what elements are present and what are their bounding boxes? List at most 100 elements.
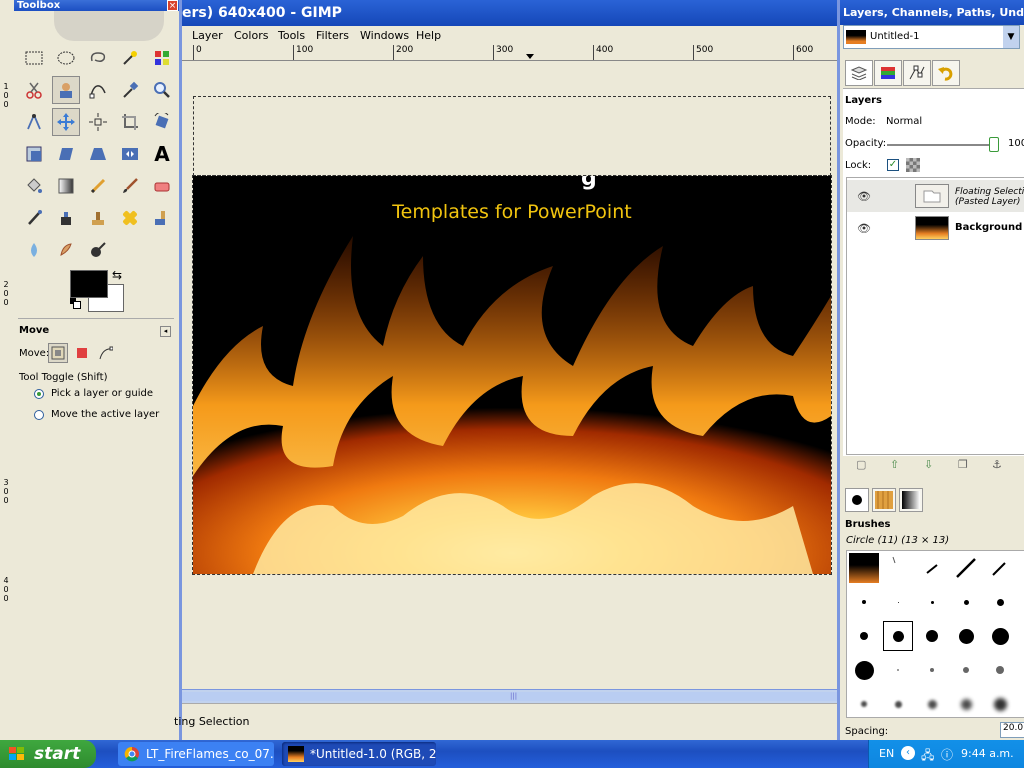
tab-brushes[interactable] (845, 488, 869, 512)
brush-cell[interactable] (949, 687, 983, 717)
pick-layer-radio[interactable] (34, 389, 44, 399)
layer-list[interactable]: 👁 Floating Selection (Pasted Layer) 👁 Ba… (846, 177, 1024, 455)
chevron-left-icon[interactable]: ‹ (901, 746, 915, 760)
scissors-icon[interactable] (20, 76, 48, 104)
eye-icon[interactable]: 👁 (857, 222, 871, 235)
lower-layer-icon[interactable]: ⇩ (924, 458, 933, 471)
opacity-slider[interactable] (887, 144, 997, 146)
brush-cell[interactable] (949, 653, 983, 687)
brush-cell[interactable] (847, 687, 881, 717)
chevron-down-icon[interactable]: ▼ (1003, 26, 1019, 48)
language-indicator[interactable]: EN (879, 747, 894, 760)
brush-cell[interactable] (983, 585, 1017, 619)
brush-cell[interactable] (983, 653, 1017, 687)
zoom-icon[interactable] (148, 76, 176, 104)
flip-icon[interactable] (116, 140, 144, 168)
paths-tool-icon[interactable] (84, 76, 112, 104)
network-icon[interactable]: 🖧 (921, 746, 935, 762)
brush-cell[interactable] (983, 551, 1017, 585)
tab-patterns[interactable] (872, 488, 896, 512)
brush-cell[interactable] (881, 687, 915, 717)
foreground-select-icon[interactable] (52, 76, 80, 104)
brush-cell[interactable] (881, 653, 915, 687)
shear-icon[interactable] (52, 140, 80, 168)
fuzzy-select-icon[interactable] (116, 44, 144, 72)
color-picker-icon[interactable] (116, 76, 144, 104)
brush-cell[interactable] (847, 653, 881, 687)
brush-cell[interactable] (915, 687, 949, 717)
brush-grid[interactable] (846, 550, 1024, 718)
tab-menu-icon[interactable]: ◂ (160, 326, 171, 337)
duplicate-layer-icon[interactable]: ❐ (958, 458, 968, 471)
align-icon[interactable] (84, 108, 112, 136)
tab-paths[interactable] (903, 60, 931, 86)
brush-cell[interactable] (949, 619, 983, 653)
menu-windows[interactable]: Windows (360, 29, 409, 42)
brush-cell[interactable] (983, 619, 1017, 653)
move-active-layer-radio[interactable] (34, 410, 44, 420)
lock-alpha-icon[interactable] (906, 158, 920, 172)
anchor-icon[interactable]: ⚓ (992, 458, 1002, 471)
scale-icon[interactable] (20, 140, 48, 168)
lasso-tool[interactable] (84, 44, 112, 72)
move-path-mode-icon[interactable] (96, 343, 116, 363)
brush-cell[interactable] (915, 585, 949, 619)
text-tool-icon[interactable]: A (148, 140, 176, 168)
layer-row-floating[interactable]: 👁 Floating Selection (Pasted Layer) (847, 180, 1024, 212)
eye-icon[interactable]: 👁 (857, 190, 871, 203)
opacity-slider-handle[interactable] (989, 137, 999, 152)
menu-help[interactable]: Help (416, 29, 441, 42)
default-colors-icon[interactable] (70, 298, 81, 309)
perspective-clone-icon[interactable] (148, 204, 176, 232)
menu-tools[interactable]: Tools (278, 29, 305, 42)
horizontal-ruler[interactable]: 0 100 200 300 400 500 600 (182, 45, 837, 61)
blend-icon[interactable] (52, 172, 80, 200)
brush-cell[interactable] (847, 551, 881, 585)
smudge-icon[interactable] (52, 236, 80, 264)
ellipse-select-tool[interactable] (52, 44, 80, 72)
menu-layer[interactable]: Layer (192, 29, 223, 42)
mode-select[interactable]: Normal (886, 116, 922, 127)
brush-cell-selected[interactable] (881, 619, 915, 653)
layer-row-background[interactable]: 👁 Background (847, 212, 1024, 244)
eraser-icon[interactable] (148, 172, 176, 200)
rect-select-tool[interactable] (20, 44, 48, 72)
ink-icon[interactable] (52, 204, 80, 232)
crop-icon[interactable] (116, 108, 144, 136)
brush-cell[interactable] (881, 551, 915, 585)
bucket-fill-icon[interactable] (20, 172, 48, 200)
swap-colors-icon[interactable]: ⇆ (112, 268, 122, 282)
clone-stamp-icon[interactable] (84, 204, 112, 232)
brush-cell[interactable] (847, 619, 881, 653)
brush-cell[interactable] (915, 653, 949, 687)
rotate-icon[interactable] (148, 108, 176, 136)
brush-cell[interactable] (847, 585, 881, 619)
menu-colors[interactable]: Colors (234, 29, 268, 42)
airbrush-icon[interactable] (20, 204, 48, 232)
opacity-value[interactable]: 100 (1008, 138, 1024, 149)
tab-undo[interactable] (932, 60, 960, 86)
brush-cell[interactable] (949, 551, 983, 585)
raise-layer-icon[interactable]: ⇧ (890, 458, 899, 471)
tab-channels[interactable] (874, 60, 902, 86)
horizontal-scrollbar[interactable]: ||| (182, 689, 837, 704)
brush-cell[interactable] (983, 687, 1017, 717)
dock-title[interactable]: Layers, Channels, Paths, Undo - B (840, 0, 1024, 25)
move-tool-icon[interactable] (52, 108, 80, 136)
taskbar-item-gimp[interactable]: *Untitled-1.0 (RGB, 2... (282, 742, 436, 766)
image-window-title[interactable]: ers) 640x400 - GIMP (182, 0, 837, 26)
move-selection-mode-icon[interactable] (72, 343, 92, 363)
taskbar-item-chrome[interactable]: LT_FireFlames_co_07... (118, 742, 274, 766)
foreground-color-swatch[interactable] (70, 270, 108, 298)
brush-cell[interactable] (915, 551, 949, 585)
blur-icon[interactable] (20, 236, 48, 264)
new-layer-icon[interactable]: ▢ (856, 458, 866, 471)
close-icon[interactable]: × (167, 0, 178, 11)
lock-checkbox[interactable]: ✓ (887, 159, 899, 171)
heal-icon[interactable] (116, 204, 144, 232)
select-by-color-icon[interactable] (148, 44, 176, 72)
move-layer-mode-icon[interactable] (48, 343, 68, 363)
brush-cell[interactable] (949, 585, 983, 619)
dodge-burn-icon[interactable] (84, 236, 112, 264)
perspective-icon[interactable] (84, 140, 112, 168)
